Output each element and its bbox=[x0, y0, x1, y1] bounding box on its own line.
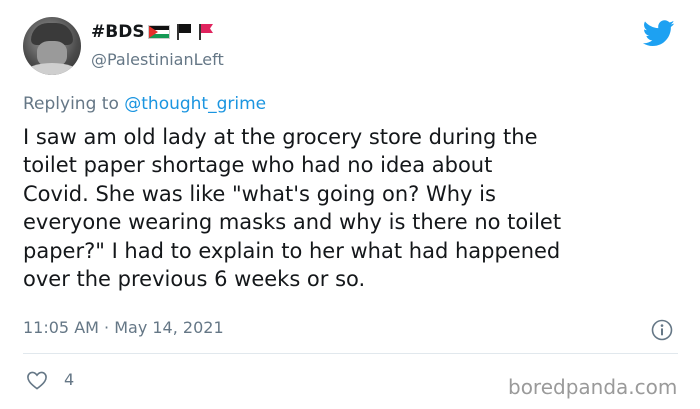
tweet-card: #BDS @PalestinianLeft Replying to @thoug… bbox=[0, 0, 700, 409]
tweet-text-line: everyone wearing masks and why is there … bbox=[23, 210, 562, 235]
tweet-text-line: over the previous 6 weeks or so. bbox=[23, 267, 366, 292]
black-flag-icon bbox=[176, 24, 192, 40]
divider bbox=[23, 353, 678, 354]
flag-emojis bbox=[148, 24, 214, 40]
user-handle[interactable]: @PalestinianLeft bbox=[91, 50, 224, 70]
display-name[interactable]: #BDS bbox=[91, 21, 145, 43]
avatar-shoulders bbox=[25, 63, 79, 75]
tweet-text-line: I saw am old lady at the grocery store d… bbox=[23, 125, 538, 149]
twitter-bird-icon[interactable] bbox=[643, 20, 675, 47]
reply-prefix: Replying to bbox=[23, 94, 119, 114]
info-icon[interactable] bbox=[651, 319, 673, 341]
tweet-text-line: paper?" I had to explain to her what had… bbox=[23, 238, 561, 263]
tweet-text-line: toilet paper shortage who had no idea ab… bbox=[23, 153, 493, 178]
like-count: 4 bbox=[64, 370, 75, 389]
palestine-flag-icon bbox=[148, 25, 170, 39]
tweet-timestamp[interactable]: 11:05 AM · May 14, 2021 bbox=[23, 318, 224, 338]
reply-context: Replying to @thought_grime bbox=[23, 93, 266, 115]
tweet-text: I saw am old lady at the grocery store d… bbox=[23, 123, 685, 293]
heart-icon[interactable] bbox=[26, 370, 48, 390]
tweet-text-line: Covid. She was like "what's going on? Wh… bbox=[23, 181, 496, 206]
reply-mention-link[interactable]: @thought_grime bbox=[124, 94, 266, 114]
avatar[interactable] bbox=[23, 17, 81, 75]
red-flag-icon bbox=[198, 24, 214, 40]
watermark: boredpanda.com bbox=[508, 375, 678, 399]
